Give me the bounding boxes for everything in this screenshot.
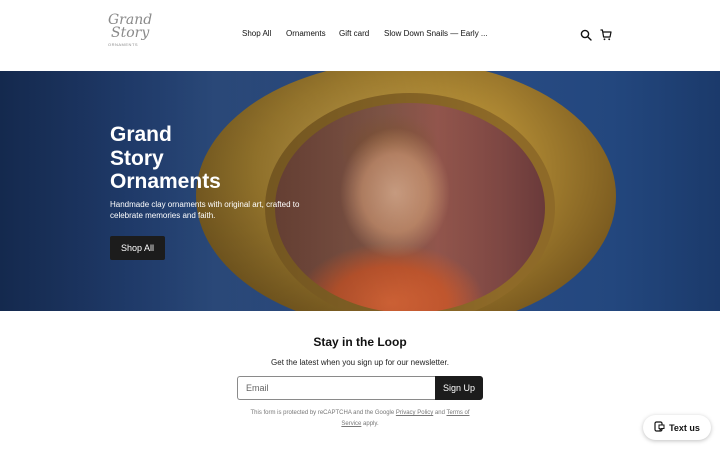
recaptcha-notice: This form is protected by reCAPTCHA and …: [250, 410, 470, 427]
nav-ornaments[interactable]: Ornaments: [286, 29, 326, 38]
site-header: Grand Story ORNAMENTS Shop All Ornaments…: [0, 0, 720, 71]
logo-line-3: ORNAMENTS: [108, 42, 139, 47]
hero-banner: Grand Story Ornaments Handmade clay orna…: [0, 71, 720, 311]
text-us-button[interactable]: Text us: [643, 415, 711, 440]
newsletter-subtitle: Get the latest when you sign up for our …: [271, 358, 449, 367]
sign-up-button[interactable]: Sign Up: [435, 376, 483, 400]
hero-title: Grand Story Ornaments: [110, 123, 221, 193]
nav-gift-card[interactable]: Gift card: [339, 29, 369, 38]
hero-shop-all-button[interactable]: Shop All: [110, 236, 165, 260]
privacy-policy-link[interactable]: Privacy Policy: [396, 410, 433, 416]
newsletter-form: Sign Up: [237, 376, 483, 400]
hero-subtitle: Handmade clay ornaments with original ar…: [110, 200, 300, 220]
newsletter-title: Stay in the Loop: [313, 335, 407, 349]
logo-line-2: Story: [111, 25, 150, 41]
text-us-label: Text us: [669, 422, 700, 433]
site-logo[interactable]: Grand Story ORNAMENTS: [108, 13, 152, 54]
search-icon[interactable]: [580, 28, 594, 42]
nav-slow-down-snails[interactable]: Slow Down Snails — Early ...: [384, 29, 488, 38]
message-icon: [654, 421, 665, 434]
nav-shop-all[interactable]: Shop All: [242, 29, 271, 38]
cart-icon[interactable]: [600, 28, 614, 42]
email-field[interactable]: [237, 376, 437, 400]
